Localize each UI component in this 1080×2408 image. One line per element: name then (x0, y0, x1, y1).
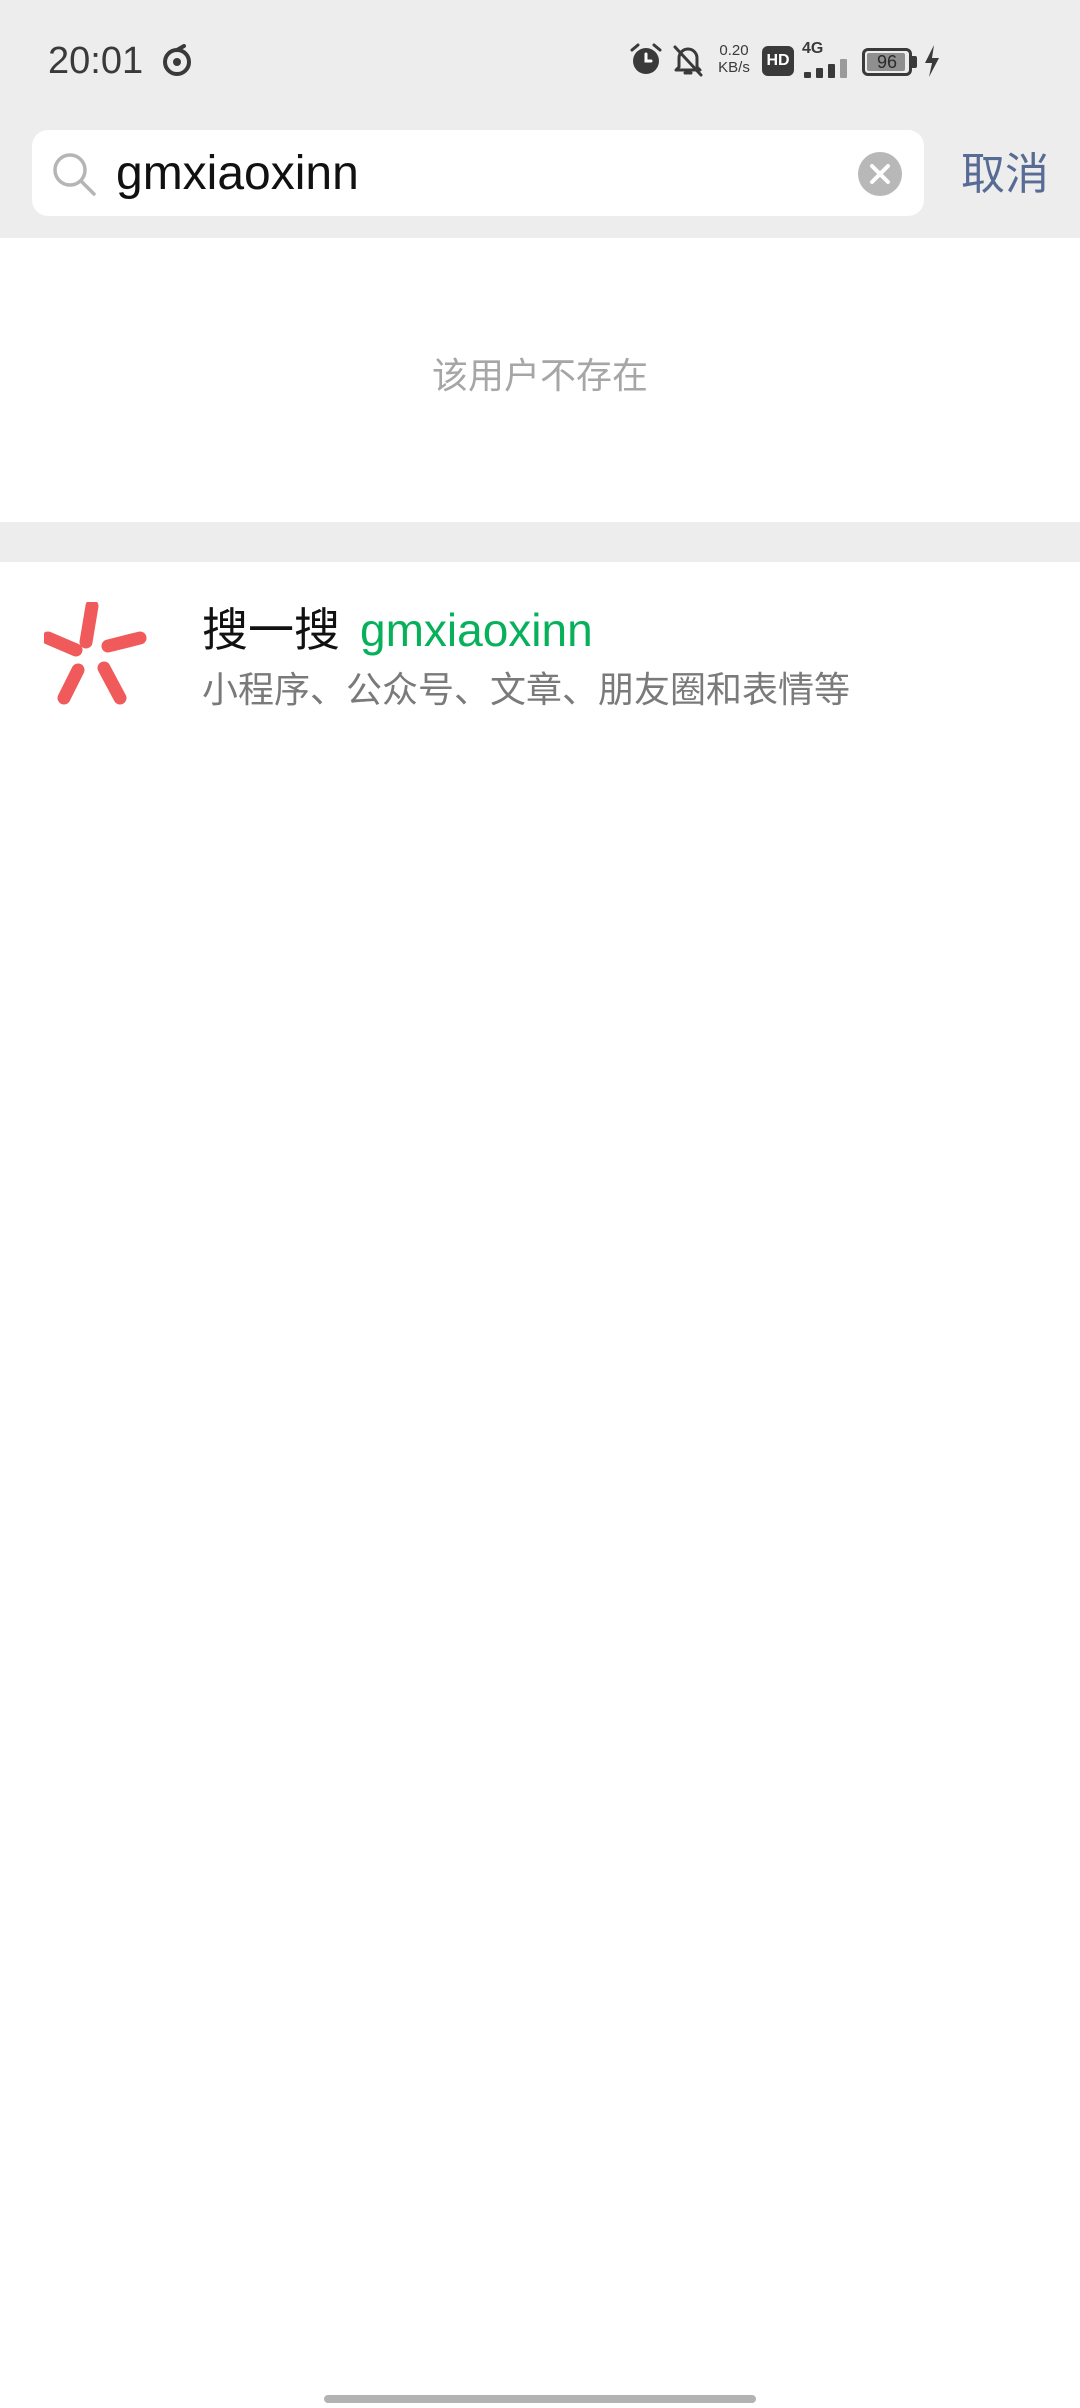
cancel-button[interactable]: 取消 (950, 140, 1060, 210)
search-one-search-query: gmxiaoxinn (360, 604, 593, 656)
battery-level: 96 (876, 52, 898, 72)
search-one-search-label: 搜一搜 (202, 603, 340, 657)
search-result-panel: 该用户不存在 (0, 238, 1080, 522)
network-speed: 0.20 KB/s (712, 42, 756, 76)
network-speed-value: 0.20 (719, 42, 749, 59)
clear-input-icon[interactable] (858, 152, 902, 196)
network-type-label: 4G (802, 40, 824, 57)
battery-cap (912, 56, 917, 68)
charging-icon (925, 45, 939, 77)
status-bar: 20:01 0.20 KB/s HD 4G 96 (0, 0, 1080, 120)
signal-icon (804, 59, 847, 78)
battery-icon: 96 (862, 48, 912, 76)
search-one-search-subtitle: 小程序、公众号、文章、朋友圈和表情等 (202, 670, 851, 711)
search-input[interactable] (116, 138, 876, 208)
home-indicator[interactable] (324, 2395, 756, 2403)
network-speed-unit: KB/s (718, 59, 750, 76)
section-divider (0, 522, 1080, 562)
alarm-icon (630, 43, 662, 74)
status-time: 20:01 (48, 40, 144, 82)
search-one-search-title: 搜一搜 gmxiaoxinn (202, 598, 593, 662)
user-not-found-message: 该用户不存在 (431, 356, 648, 397)
search-icon (53, 153, 96, 196)
search-box[interactable] (32, 130, 924, 216)
header: 20:01 0.20 KB/s HD 4G 96 gmxiaoxinn 取消 (0, 0, 1080, 238)
sou-yi-sou-icon (44, 602, 147, 705)
app-sync-icon (163, 44, 191, 76)
mute-bell-icon (673, 45, 703, 77)
search-one-search-item[interactable]: 搜一搜 gmxiaoxinn 小程序、公众号、文章、朋友圈和表情等 (0, 562, 1080, 742)
hd-icon: HD (762, 46, 794, 76)
